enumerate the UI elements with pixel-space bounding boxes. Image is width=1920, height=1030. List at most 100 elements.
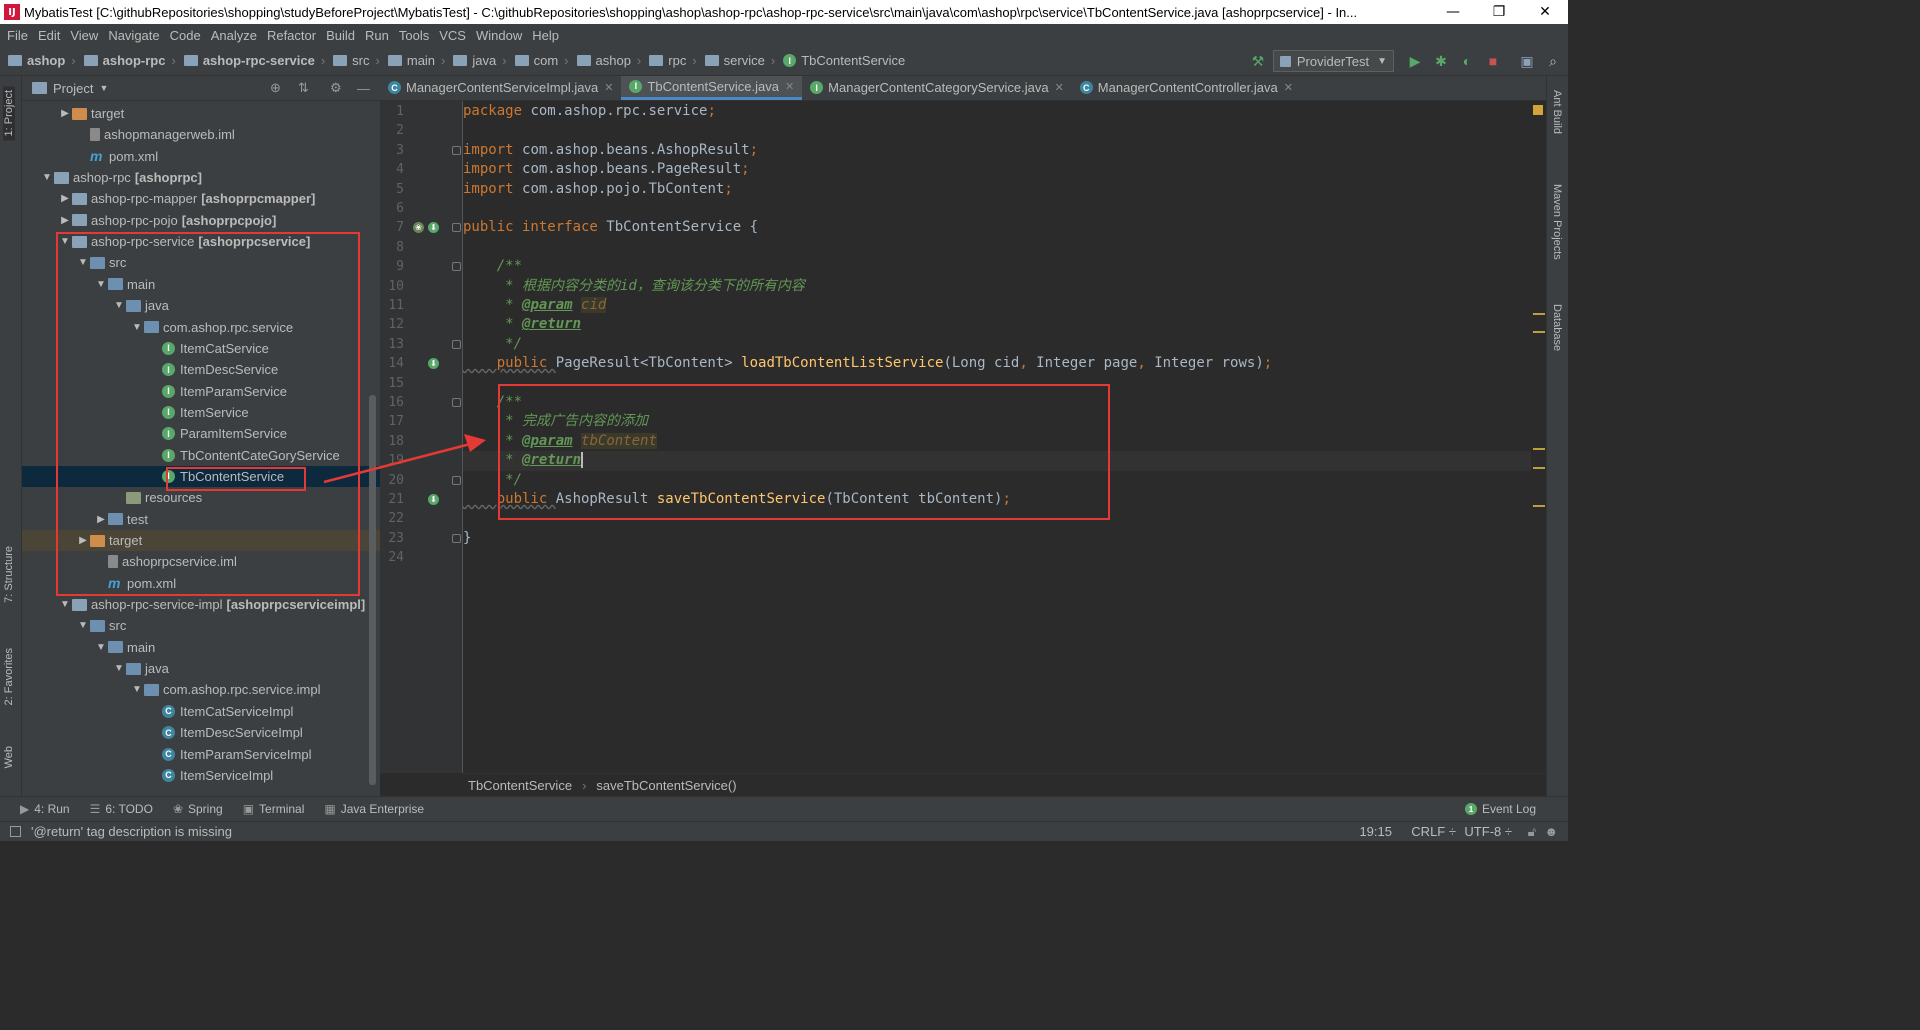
code-line[interactable]: * 根据内容分类的id，查询该分类下的所有内容: [463, 277, 1531, 296]
tree-item[interactable]: ▼ src: [22, 252, 380, 273]
code-line[interactable]: */: [463, 335, 1531, 354]
tree-item[interactable]: m pom.xml: [22, 573, 380, 594]
breadcrumb-item[interactable]: I TbContentService: [783, 53, 905, 68]
code-line[interactable]: import com.ashop.beans.PageResult;: [463, 160, 1531, 179]
tree-item[interactable]: ashoprpcservice.iml: [22, 551, 380, 572]
project-view-select[interactable]: Project: [53, 81, 93, 96]
code-editor[interactable]: package com.ashop.rpc.service; import com…: [463, 101, 1531, 773]
menu-build[interactable]: Build: [326, 28, 355, 43]
expand-arrow-icon[interactable]: ▼: [94, 279, 108, 290]
code-line[interactable]: }: [463, 529, 1531, 548]
tree-item[interactable]: I ItemCatService: [22, 338, 380, 359]
tool-tab-project[interactable]: 1: Project: [3, 86, 15, 141]
collapse-arrow-icon[interactable]: ▶: [76, 535, 90, 546]
tree-item[interactable]: ▼ ashop-rpc-service [ashoprpcservice]: [22, 231, 380, 252]
menu-window[interactable]: Window: [476, 28, 522, 43]
close-button[interactable]: ✕: [1522, 4, 1568, 20]
project-structure-icon[interactable]: ▣: [1516, 50, 1538, 72]
expand-arrow-icon[interactable]: ▼: [112, 663, 126, 674]
close-tab-icon[interactable]: ✕: [1055, 81, 1064, 94]
breadcrumb-item[interactable]: src ›: [333, 53, 380, 68]
code-line[interactable]: /**: [463, 393, 1531, 412]
tool-tab-web[interactable]: Web: [3, 746, 15, 768]
expand-arrow-icon[interactable]: ▼: [76, 257, 90, 268]
code-line[interactable]: [463, 374, 1531, 393]
expand-arrow-icon[interactable]: ▼: [130, 322, 144, 333]
menu-code[interactable]: Code: [170, 28, 201, 43]
stop-icon[interactable]: ■: [1482, 50, 1504, 72]
tree-item[interactable]: ▼ java: [22, 658, 380, 679]
run-icon[interactable]: ▶: [1404, 50, 1426, 72]
editor-tab[interactable]: C ManagerContentServiceImpl.java ✕: [380, 76, 621, 100]
tool-window-button[interactable]: ❀ Spring: [173, 802, 223, 816]
tree-item[interactable]: I ItemParamService: [22, 381, 380, 402]
collapse-arrow-icon[interactable]: ▶: [58, 193, 72, 204]
tool-window-button[interactable]: ▦ Java Enterprise: [324, 802, 424, 816]
event-log-button[interactable]: 1 Event Log: [1464, 802, 1536, 816]
tree-item[interactable]: ▼ ashop-rpc-service-impl [ashoprpcservicei…: [22, 594, 380, 615]
line-separator[interactable]: CRLF ÷: [1411, 824, 1456, 839]
warning-marker[interactable]: [1533, 448, 1545, 450]
close-tab-icon[interactable]: ✕: [604, 81, 613, 94]
coverage-icon[interactable]: ◐: [1456, 50, 1478, 72]
tree-item[interactable]: ▼ com.ashop.rpc.service: [22, 317, 380, 338]
build-hammer-icon[interactable]: ⚒: [1247, 50, 1269, 72]
cursor-position[interactable]: 19:15: [1359, 824, 1392, 839]
code-line[interactable]: * 完成广告内容的添加: [463, 412, 1531, 431]
fold-marker-icon[interactable]: [452, 262, 461, 272]
menu-edit[interactable]: Edit: [38, 28, 60, 43]
tree-item[interactable]: ▶ ashop-rpc-mapper [ashoprpcmapper]: [22, 188, 380, 209]
menu-navigate[interactable]: Navigate: [108, 28, 159, 43]
run-configuration-select[interactable]: ProviderTest ▼: [1272, 50, 1394, 72]
breadcrumb-item[interactable]: ashop ›: [576, 53, 641, 68]
breadcrumb-item[interactable]: service ›: [704, 53, 775, 68]
editor-tab[interactable]: I ManagerContentCategoryService.java ✕: [802, 76, 1072, 100]
editor-tab[interactable]: C ManagerContentController.java ✕: [1072, 76, 1301, 100]
tree-item[interactable]: ▶ target: [22, 530, 380, 551]
tree-item[interactable]: ▶ test: [22, 509, 380, 530]
fold-marker-icon[interactable]: [452, 223, 461, 233]
tree-item[interactable]: I ItemDescService: [22, 359, 380, 380]
lock-icon[interactable]: 🔓︎: [1528, 824, 1536, 840]
code-line[interactable]: */: [463, 471, 1531, 490]
tool-window-button[interactable]: ☰ 6: TODO: [90, 802, 153, 816]
expand-arrow-icon[interactable]: ▼: [130, 684, 144, 695]
implemented-marker-icon[interactable]: ⬇: [428, 358, 439, 370]
expand-arrow-icon[interactable]: ▼: [40, 172, 54, 183]
tree-item[interactable]: C ItemDescServiceImpl: [22, 722, 380, 743]
code-line[interactable]: * @return: [463, 315, 1531, 334]
tree-item[interactable]: m pom.xml: [22, 146, 380, 167]
breadcrumb-item[interactable]: com ›: [514, 53, 569, 68]
warning-marker[interactable]: [1533, 313, 1545, 315]
tree-item[interactable]: ▼ src: [22, 615, 380, 636]
code-line[interactable]: [463, 548, 1531, 567]
menu-analyze[interactable]: Analyze: [211, 28, 257, 43]
code-line[interactable]: * @return: [463, 451, 1531, 471]
close-tab-icon[interactable]: ✕: [785, 80, 794, 93]
editor-breadcrumb-class[interactable]: TbContentService: [468, 778, 572, 793]
tree-item[interactable]: C ItemServiceImpl: [22, 765, 380, 786]
editor-scrollbar[interactable]: [1531, 101, 1546, 773]
warning-marker[interactable]: [1533, 505, 1545, 507]
gear-icon[interactable]: ⚙: [330, 80, 342, 96]
collapse-arrow-icon[interactable]: ▶: [58, 215, 72, 226]
code-line[interactable]: public PageResult<TbContent> loadTbConte…: [463, 354, 1531, 373]
close-tab-icon[interactable]: ✕: [1284, 81, 1293, 94]
tool-tab-favorites[interactable]: 2: Favorites: [3, 648, 15, 705]
editor-tab[interactable]: I TbContentService.java ✕: [621, 76, 803, 100]
breadcrumb-item[interactable]: main ›: [387, 53, 445, 68]
code-line[interactable]: package com.ashop.rpc.service;: [463, 102, 1531, 121]
hector-icon[interactable]: ☻: [1544, 824, 1558, 839]
tool-tab-structure[interactable]: 7: Structure: [3, 546, 15, 603]
code-line[interactable]: [463, 199, 1531, 218]
code-line[interactable]: public interface TbContentService {: [463, 218, 1531, 237]
fold-marker-icon[interactable]: [452, 339, 461, 349]
code-line[interactable]: import com.ashop.beans.AshopResult;: [463, 141, 1531, 160]
tree-item[interactable]: ▶ ashop-rpc-pojo [ashoprpcpojo]: [22, 210, 380, 231]
file-encoding[interactable]: UTF-8 ÷: [1464, 824, 1512, 839]
collapse-all-icon[interactable]: ⇅: [298, 80, 309, 96]
minimize-button[interactable]: —: [1430, 4, 1476, 20]
hide-panel-icon[interactable]: —: [357, 81, 370, 96]
tree-item[interactable]: C ItemCatServiceImpl: [22, 701, 380, 722]
code-line[interactable]: * @param tbContent: [463, 432, 1531, 451]
